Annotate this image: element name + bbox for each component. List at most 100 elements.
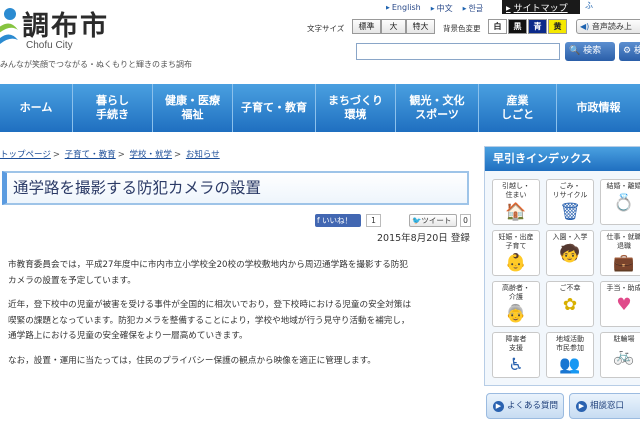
bg-white-button[interactable]: 白 bbox=[488, 19, 507, 34]
bg-black-button[interactable]: 黒 bbox=[508, 19, 527, 34]
sitemap-link[interactable]: サイトマップ bbox=[502, 0, 580, 14]
quick-index-heading: 早引きインデックス bbox=[485, 147, 640, 171]
tile-label: 子育て bbox=[505, 242, 527, 250]
heart-icon: ♥ bbox=[616, 295, 632, 315]
nav-industry[interactable]: 産業 しごと bbox=[479, 84, 557, 132]
nav-home[interactable]: ホーム bbox=[0, 84, 73, 132]
paragraph-3: なお，設置・運用に当たっては，住民のプライバシー保護の観点から映像を適正に管理し… bbox=[8, 354, 376, 370]
tile-marriage[interactable]: 結婚・離婚 💍 bbox=[600, 179, 640, 225]
tile-label: 結婚・離婚 bbox=[606, 182, 640, 190]
tile-bereavement[interactable]: ご不幸 ✿ bbox=[546, 281, 594, 327]
tile-bicycle-parking[interactable]: 駐輪場 🚲 bbox=[600, 332, 640, 378]
paragraph-line: 近年，登下校中の児童が被害を受ける事件が全国的に相次いでおり，登下校時における児… bbox=[8, 300, 412, 310]
nav-city-info[interactable]: 市政情報 bbox=[557, 84, 640, 132]
facebook-like-count: 1 bbox=[366, 214, 381, 227]
tweet-count: 0 bbox=[460, 214, 471, 227]
trash-icon: 🗑 bbox=[559, 202, 581, 222]
speaker-icon: ◀) bbox=[580, 22, 592, 31]
wheelchair-icon: ♿ bbox=[508, 355, 524, 375]
tile-garbage[interactable]: ごみ・ リサイクル 🗑 bbox=[546, 179, 594, 225]
tile-label: 退職 bbox=[617, 242, 631, 250]
chofu-logo-icon bbox=[0, 8, 18, 44]
tile-label: 入園・入学 bbox=[552, 233, 588, 241]
contact-button[interactable]: ▶ 相談窓口 bbox=[569, 393, 640, 419]
breadcrumb-news[interactable]: お知らせ bbox=[186, 150, 220, 160]
briefcase-icon: 💼 bbox=[613, 253, 635, 273]
tile-label: 地域活動 bbox=[556, 335, 584, 343]
tile-enrollment[interactable]: 入園・入学 🧒 bbox=[546, 230, 594, 276]
tile-elderly[interactable]: 高齢者・ 介護 👵 bbox=[492, 281, 540, 327]
nav-tourism[interactable]: 観光・文化 スポーツ bbox=[396, 84, 479, 132]
paragraph-line: なお，設置・運用に当たっては，住民のプライバシー保護の観点から映像を適正に管理し… bbox=[8, 356, 376, 366]
lang-korean-link[interactable]: 한글 bbox=[463, 3, 483, 14]
language-links: English 中文 한글 bbox=[386, 3, 483, 14]
text-size-large-button[interactable]: 大 bbox=[381, 19, 406, 34]
arrow-right-icon: ▶ bbox=[576, 401, 587, 412]
tile-label: 手当・助成 bbox=[606, 284, 640, 292]
search-input[interactable] bbox=[356, 43, 560, 60]
paragraph-line: 市教育委員会では，平成27年度中に市内市立小学校全20校の学校敷地内から周辺通学… bbox=[8, 260, 408, 270]
tile-label: ごみ・ bbox=[559, 182, 581, 190]
tile-community[interactable]: 地域活動 市民参加 👥 bbox=[546, 332, 594, 378]
global-nav: ホーム 暮らし 手続き 健康・医療 福祉 子育て・教育 まちづくり 環境 観光・… bbox=[0, 84, 640, 132]
child-icon: 🧒 bbox=[559, 244, 581, 264]
search-icon: 🔍 bbox=[569, 46, 581, 56]
nav-town[interactable]: まちづくり 環境 bbox=[316, 84, 396, 132]
ruby-link[interactable]: ふ bbox=[585, 0, 593, 11]
text-size-standard-button[interactable]: 標準 bbox=[352, 19, 381, 34]
nav-living[interactable]: 暮らし 手続き bbox=[73, 84, 153, 132]
faq-button[interactable]: ▶ よくある質問 bbox=[486, 393, 564, 419]
tagline: みんなが笑顔でつながる・ぬくもりと輝きのまち調布 bbox=[0, 60, 192, 69]
house-icon: 🏠 bbox=[505, 202, 527, 222]
breadcrumb-childcare[interactable]: 子育て・教育 bbox=[65, 150, 116, 160]
tile-moving[interactable]: 引越し・ 住まい 🏠 bbox=[492, 179, 540, 225]
tile-employment[interactable]: 仕事・就職 退職 💼 bbox=[600, 230, 640, 276]
tile-label: 引越し・ bbox=[502, 182, 530, 190]
facebook-like-label: いいね！ bbox=[322, 216, 353, 225]
breadcrumb-sep: > bbox=[52, 150, 60, 160]
voice-reader-button[interactable]: ◀) 音声読み上 bbox=[576, 19, 640, 34]
contact-label: 相談窓口 bbox=[590, 401, 625, 411]
tile-disability[interactable]: 障害者 支援 ♿ bbox=[492, 332, 540, 378]
elderly-icon: 👵 bbox=[505, 304, 527, 324]
tile-pregnancy[interactable]: 妊娠・出産 子育て 👶 bbox=[492, 230, 540, 276]
tile-label: 介護 bbox=[509, 293, 523, 301]
nav-health[interactable]: 健康・医療 福祉 bbox=[153, 84, 233, 132]
twitter-bird-icon: 🐦 bbox=[412, 216, 422, 225]
breadcrumb-sep: > bbox=[174, 150, 182, 160]
paragraph-line: カメラの設置を予定しています。 bbox=[8, 275, 136, 286]
breadcrumb-top[interactable]: トップページ bbox=[0, 150, 51, 160]
bg-color-label: 背景色変更 bbox=[443, 24, 481, 33]
nav-childcare[interactable]: 子育て・教育 bbox=[233, 84, 316, 132]
search-button-label: 検索 bbox=[583, 46, 602, 56]
tile-allowance[interactable]: 手当・助成 ♥ bbox=[600, 281, 640, 327]
breadcrumb: トップページ > 子育て・教育 > 学校・就学 > お知らせ bbox=[0, 148, 220, 160]
page-title-box: 通学路を撮影する防犯カメラの設置 bbox=[2, 171, 469, 205]
tweet-button[interactable]: 🐦ツイート bbox=[409, 214, 457, 227]
site-name-en: Chofu City bbox=[26, 40, 73, 51]
faq-label: よくある質問 bbox=[507, 401, 559, 411]
people-icon: 👥 bbox=[559, 355, 581, 375]
quick-index-panel: 早引きインデックス 引越し・ 住まい 🏠 ごみ・ リサイクル 🗑 結婚・離婚 💍 妊娠・出… bbox=[484, 146, 640, 386]
facebook-like-button[interactable]: f いいね！ bbox=[315, 214, 361, 227]
breadcrumb-school[interactable]: 学校・就学 bbox=[130, 150, 173, 160]
search-settings-button[interactable]: ⚙ 検 bbox=[619, 42, 640, 61]
registration-date: 2015年8月20日 登録 bbox=[377, 233, 470, 244]
quick-index-grid: 引越し・ 住まい 🏠 ごみ・ リサイクル 🗑 結婚・離婚 💍 妊娠・出産 子育て 👶 入園・入… bbox=[492, 179, 640, 378]
site-name[interactable]: 調布市 bbox=[22, 4, 109, 43]
tile-label: 仕事・就職 bbox=[606, 233, 640, 241]
tile-label: 市民参加 bbox=[556, 344, 584, 352]
page-title: 通学路を撮影する防犯カメラの設置 bbox=[13, 179, 262, 197]
bg-blue-button[interactable]: 青 bbox=[528, 19, 547, 34]
text-size-xlarge-button[interactable]: 特大 bbox=[406, 19, 435, 34]
tile-label: 支援 bbox=[509, 344, 523, 352]
paragraph-line: 喫緊の課題となっています。防犯カメラを整備することにより，学校や地域が行う見守り… bbox=[8, 315, 410, 326]
lang-chinese-link[interactable]: 中文 bbox=[431, 3, 453, 14]
paragraph-line: 通学路上における児童の安全確保をより一層高めていきます。 bbox=[8, 331, 248, 341]
baby-icon: 👶 bbox=[505, 253, 527, 273]
lang-english-link[interactable]: English bbox=[386, 3, 421, 14]
bg-yellow-button[interactable]: 黄 bbox=[548, 19, 567, 34]
search-button[interactable]: 🔍 検索 bbox=[565, 42, 615, 61]
voice-reader-label: 音声読み上 bbox=[591, 22, 632, 31]
tile-label: 障害者 bbox=[505, 335, 527, 343]
